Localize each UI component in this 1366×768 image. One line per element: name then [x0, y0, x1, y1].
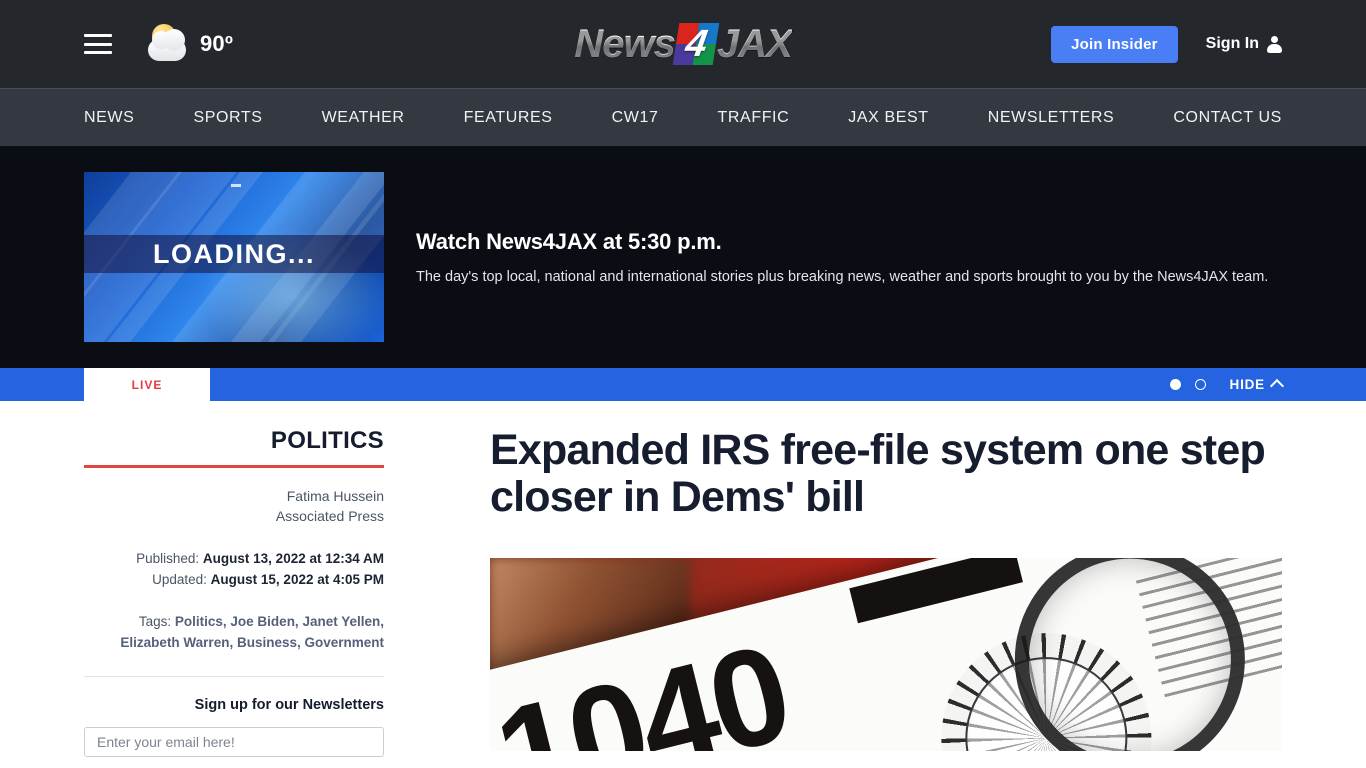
header-actions: Join Insider Sign In — [1051, 25, 1282, 63]
promo-copy: Watch News4JAX at 5:30 p.m. The day's to… — [416, 229, 1268, 285]
byline: Fatima Hussein Associated Press — [84, 486, 384, 527]
hide-button[interactable]: HIDE — [1229, 377, 1285, 394]
photo-form-header-box — [849, 557, 1023, 623]
nav-item-sports[interactable]: SPORTS — [193, 109, 262, 127]
updated-value: August 15, 2022 at 4:05 PM — [210, 571, 384, 587]
join-insider-button[interactable]: Join Insider — [1051, 25, 1178, 63]
live-tab-label: LIVE — [131, 377, 163, 392]
newsletter-email-input[interactable] — [84, 727, 384, 758]
weather-widget[interactable]: 90º — [142, 21, 233, 67]
live-bar: LIVE HIDE — [0, 368, 1366, 401]
nav-item-cw17[interactable]: CW17 — [612, 109, 659, 127]
article-body: Expanded IRS free-file system one step c… — [490, 426, 1282, 757]
author-name: Fatima Hussein — [286, 488, 384, 504]
carousel-dot-1[interactable] — [1169, 379, 1181, 390]
nav-item-newsletters[interactable]: NEWSLETTERS — [988, 109, 1115, 127]
sign-in-label: Sign In — [1205, 35, 1259, 52]
article-sidebar: POLITICS Fatima Hussein Associated Press… — [84, 427, 384, 758]
nav-items: NEWS SPORTS WEATHER FEATURES CW17 TRAFFI… — [84, 109, 1282, 127]
chevron-up-icon — [1269, 378, 1285, 394]
promo-description: The day's top local, national and intern… — [416, 269, 1269, 285]
sign-in-button[interactable]: Sign In — [1206, 35, 1282, 53]
nav-item-news[interactable]: NEWS — [84, 109, 134, 127]
cloud-icon — [148, 29, 186, 61]
promo-video-thumbnail[interactable]: LOADING... — [84, 172, 384, 342]
nav-item-traffic[interactable]: TRAFFIC — [718, 109, 790, 127]
logo-text-jax: JAX — [716, 22, 793, 66]
promo-banner: LOADING... Watch News4JAX at 5:30 p.m. T… — [0, 146, 1366, 368]
loading-label: LOADING... — [153, 238, 315, 269]
article-photo: 1040 RUCTIONS — [490, 557, 1282, 751]
logo-text-four: 4 — [682, 23, 710, 65]
sidebar-divider — [84, 676, 384, 678]
section-kicker-rule — [84, 465, 384, 468]
loading-banner: LOADING... — [84, 235, 384, 273]
nav-item-features[interactable]: FEATURES — [464, 109, 553, 127]
published-label: Published: — [136, 550, 203, 566]
updated-date-row: Updated: August 15, 2022 at 4:05 PM — [84, 570, 384, 591]
tags-label: Tags: — [138, 614, 175, 630]
sun-behind-cloud-icon — [142, 21, 194, 67]
promo-title: Watch News4JAX at 5:30 p.m. — [416, 229, 722, 254]
thumbnail-tick-mark — [231, 184, 241, 187]
published-value: August 13, 2022 at 12:34 AM — [202, 550, 384, 566]
main-content: POLITICS Fatima Hussein Associated Press… — [0, 401, 1366, 758]
hamburger-bar — [84, 51, 112, 54]
news-source: Associated Press — [275, 508, 384, 525]
updated-label: Updated: — [152, 571, 211, 587]
nav-item-weather[interactable]: WEATHER — [322, 109, 405, 127]
article-headline: Expanded IRS free-file system one step c… — [490, 426, 1266, 522]
site-logo[interactable]: News 4 JAX — [563, 23, 803, 65]
nav-item-contact-us[interactable]: CONTACT US — [1173, 109, 1282, 127]
article-dates: Published: August 13, 2022 at 12:34 AM U… — [84, 549, 384, 591]
hamburger-menu-icon[interactable] — [84, 34, 112, 54]
hamburger-bar — [84, 42, 112, 46]
nav-item-jax-best[interactable]: JAX BEST — [848, 109, 928, 127]
section-kicker[interactable]: POLITICS — [84, 427, 384, 465]
published-date-row: Published: August 13, 2022 at 12:34 AM — [84, 549, 384, 570]
live-bar-controls: HIDE — [1169, 377, 1285, 394]
hamburger-bar — [84, 34, 112, 37]
person-icon — [1267, 35, 1282, 53]
article-tags: Tags: Politics, Joe Biden, Janet Yellen,… — [84, 612, 384, 654]
hide-label: HIDE — [1229, 377, 1265, 392]
live-tab[interactable]: LIVE — [84, 368, 210, 401]
site-header: 90º News 4 JAX Join Insider Sign In — [0, 0, 1366, 88]
carousel-dot-2[interactable] — [1194, 379, 1206, 390]
logo-four-badge: 4 — [672, 23, 720, 65]
primary-navigation: NEWS SPORTS WEATHER FEATURES CW17 TRAFFI… — [0, 88, 1366, 146]
temperature-label: 90º — [200, 31, 234, 56]
newsletter-title: Sign up for our Newsletters — [194, 697, 384, 714]
logo-text-news: News — [574, 22, 675, 66]
